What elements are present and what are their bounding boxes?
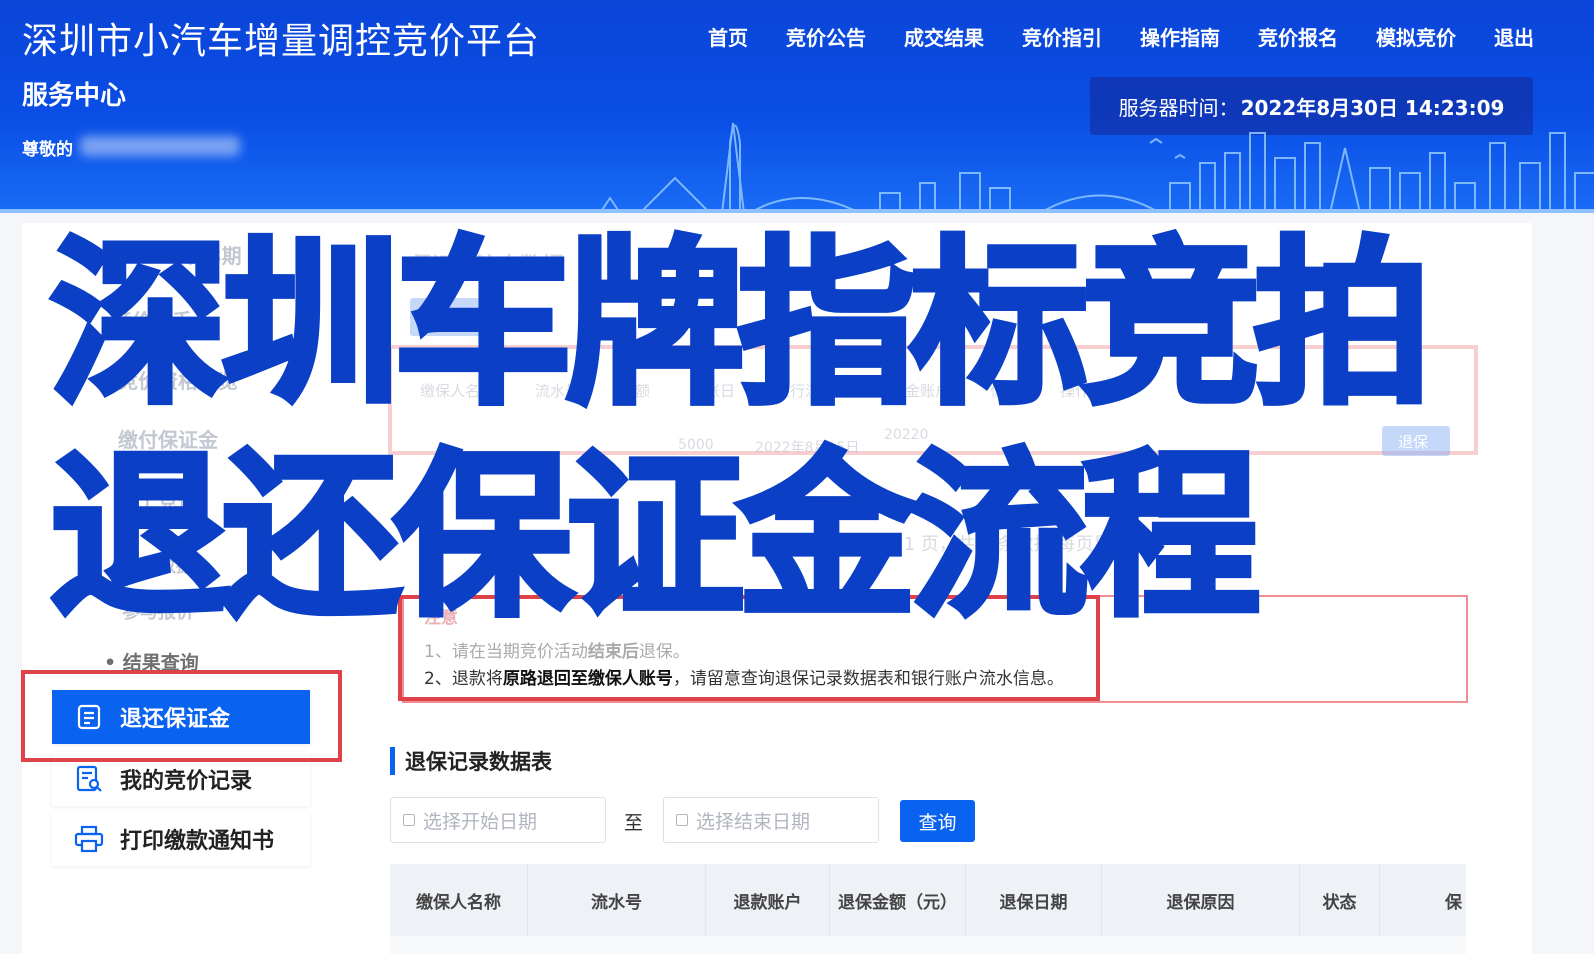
section-accent-bar xyxy=(390,747,395,775)
calendar-icon xyxy=(676,814,688,826)
record-search-icon xyxy=(74,764,104,794)
printer-icon xyxy=(74,824,104,854)
start-date-placeholder: 选择开始日期 xyxy=(423,810,538,833)
refund-records-title: 退保记录数据表 xyxy=(390,746,552,776)
nav-operation-guide[interactable]: 操作指南 xyxy=(1121,22,1239,51)
sidebar-item-print-notice[interactable]: 打印缴款通知书 xyxy=(52,812,310,866)
refund-records-title-text: 退保记录数据表 xyxy=(405,750,552,774)
end-date-placeholder: 选择结束日期 xyxy=(696,810,811,833)
nav-bid-guide[interactable]: 竞价指引 xyxy=(1003,22,1121,51)
nav-deal-results[interactable]: 成交结果 xyxy=(885,22,1003,51)
sidebar-item-label: 打印缴款通知书 xyxy=(120,829,275,854)
top-nav: 首页 竞价公告 成交结果 竞价指引 操作指南 竞价报名 模拟竞价 退出 xyxy=(708,22,1553,51)
col-payer-name: 缴保人名称 xyxy=(390,864,528,936)
table-body-edge xyxy=(390,936,1466,954)
headline-line-1: 深圳车牌指标竞拍 xyxy=(47,221,1435,428)
city-skyline-illustration xyxy=(599,122,1594,213)
calendar-icon xyxy=(403,814,415,826)
site-title: 深圳市小汽车增量调控竞价平台 xyxy=(22,21,541,62)
nav-mock-bid[interactable]: 模拟竞价 xyxy=(1357,22,1475,51)
sidebar-item-label: 我的竞价记录 xyxy=(120,769,253,794)
nav-logout[interactable]: 退出 xyxy=(1475,22,1553,51)
highlight-frame-sidebar xyxy=(21,670,342,762)
refund-records-table-header: 缴保人名称 流水号 退款账户 退保金额（元） 退保日期 退保原因 状态 保 xyxy=(390,864,1466,936)
end-date-input[interactable]: 选择结束日期 xyxy=(663,797,879,843)
nav-bid-announcement[interactable]: 竞价公告 xyxy=(767,22,885,51)
col-serial-no: 流水号 xyxy=(528,864,706,936)
col-refund-amount: 退保金额（元） xyxy=(830,864,966,936)
start-date-input[interactable]: 选择开始日期 xyxy=(390,797,606,843)
date-range-separator: 至 xyxy=(624,812,644,834)
col-refund-reason: 退保原因 xyxy=(1102,864,1300,936)
headline-line-2: 退还保证金流程 xyxy=(47,433,1263,640)
col-refund-account: 退款账户 xyxy=(706,864,830,936)
col-truncated: 保 xyxy=(1445,892,1462,913)
nav-bid-registration[interactable]: 竞价报名 xyxy=(1239,22,1357,51)
col-status: 状态 xyxy=(1300,864,1380,936)
col-refund-date: 退保日期 xyxy=(966,864,1102,936)
site-header: 深圳市小汽车增量调控竞价平台 服务中心 尊敬的 首页 竞价公告 成交结果 竞价指… xyxy=(0,0,1594,213)
query-button[interactable]: 查询 xyxy=(900,800,975,842)
nav-home[interactable]: 首页 xyxy=(708,22,767,51)
